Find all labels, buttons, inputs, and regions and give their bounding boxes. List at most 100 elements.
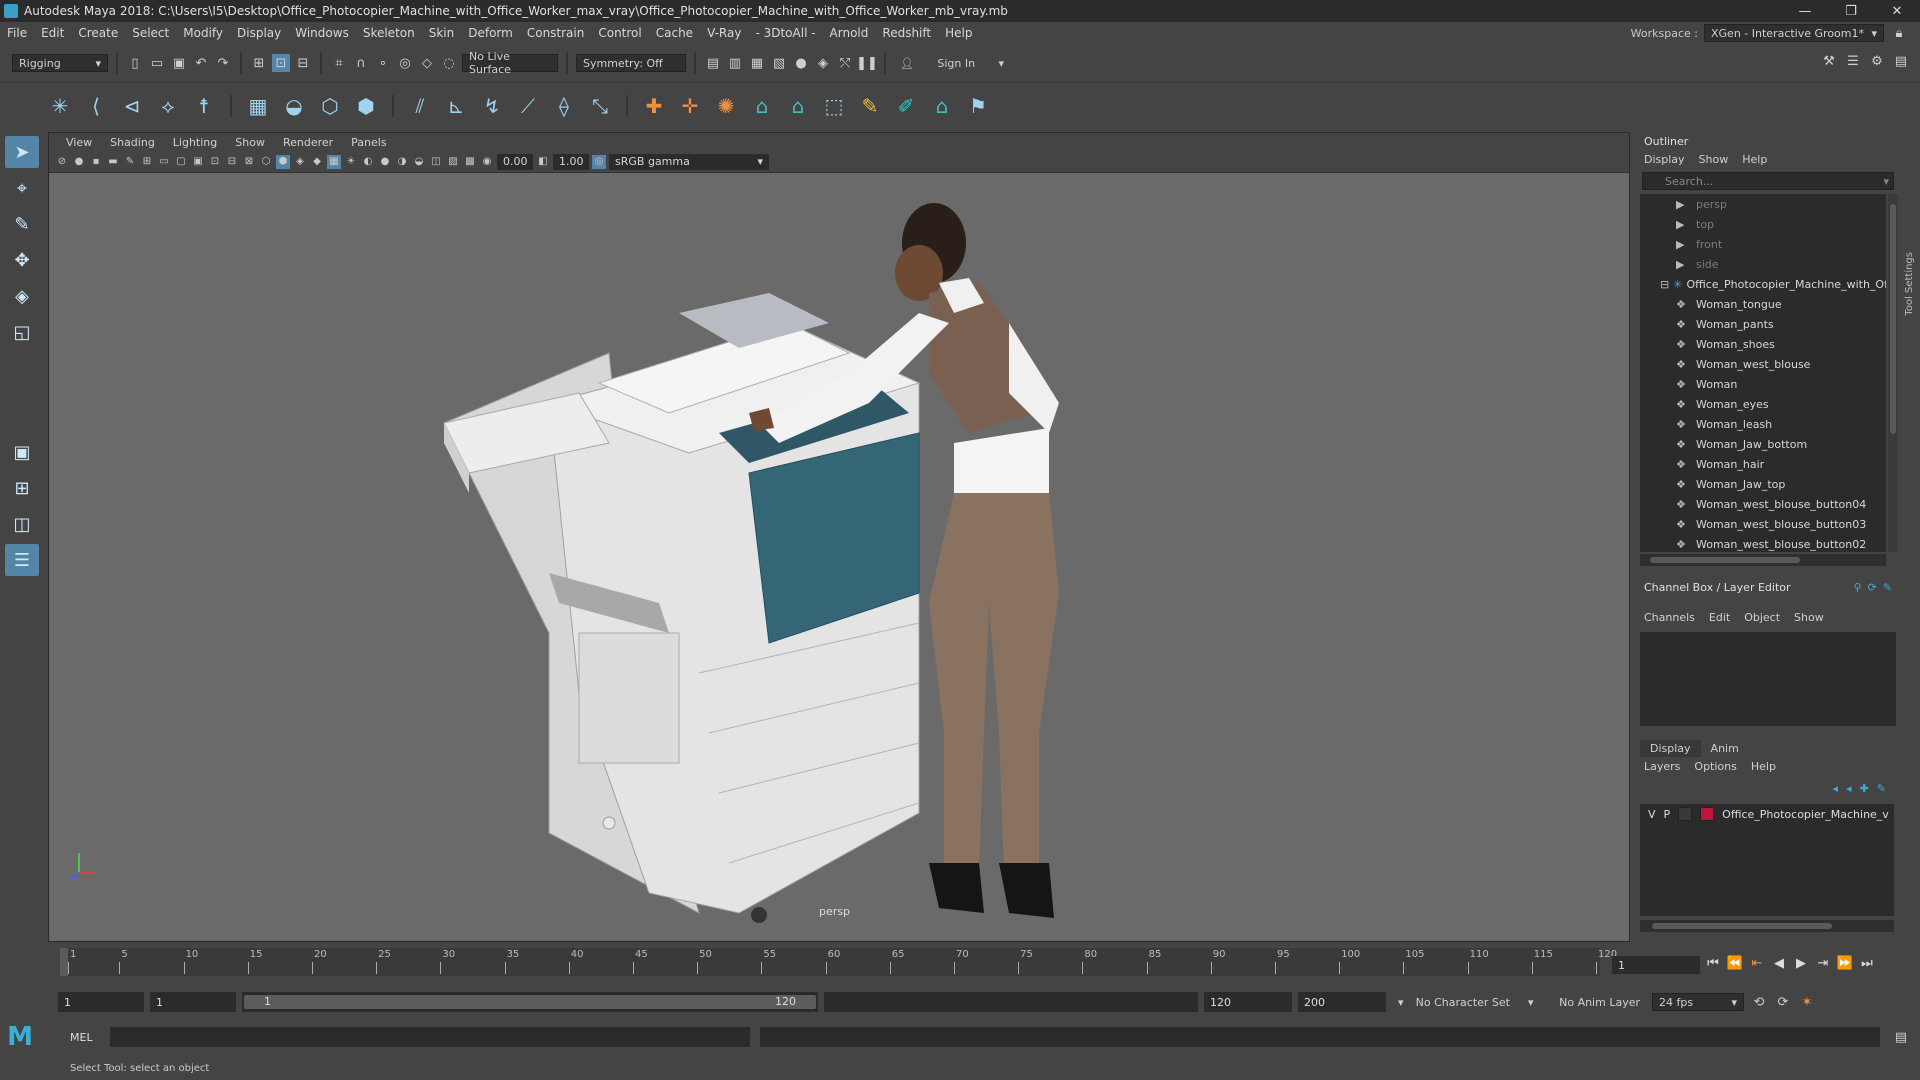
mel-command-input[interactable]: [110, 1027, 750, 1047]
layer-horizontal-scrollbar[interactable]: [1640, 920, 1894, 932]
lattice-icon[interactable]: ⬡: [316, 92, 344, 120]
use-all-lights-icon[interactable]: ▦: [327, 154, 341, 169]
scrollbar-thumb[interactable]: [1652, 923, 1832, 929]
character-set-dropdown[interactable]: ▾ No Character Set: [1392, 993, 1516, 1011]
play-forward-icon[interactable]: ▶: [1792, 954, 1810, 972]
grease-pencil-icon[interactable]: ✎: [123, 155, 137, 169]
menu-create[interactable]: Create: [71, 26, 125, 40]
cluster-icon[interactable]: ⫽: [406, 92, 434, 120]
menu-deform[interactable]: Deform: [461, 26, 520, 40]
menuset-dropdown[interactable]: Rigging ▾: [12, 54, 108, 72]
go-to-end-icon[interactable]: ⏭: [1858, 954, 1876, 972]
render-current-icon[interactable]: ▥: [726, 54, 744, 72]
paint-tool-icon[interactable]: ✎: [856, 92, 884, 120]
point-constraint-icon[interactable]: ⊾: [442, 92, 470, 120]
snap-point-icon[interactable]: ∘: [374, 54, 392, 72]
outliner-mesh-row[interactable]: ❖ Woman_west_blouse_button02: [1640, 534, 1886, 552]
cb-menu-edit[interactable]: Edit: [1709, 611, 1730, 624]
current-frame-field[interactable]: 1: [1612, 956, 1700, 974]
time-ruler[interactable]: 1 5 10 15 20 25 30 35 40 45 50 55 60 65 70 75 80 85 90 95 10…: [60, 948, 1617, 976]
sync-icon[interactable]: ⟳: [1868, 581, 1877, 594]
workspace-dropdown[interactable]: XGen - Interactive Groom1* ▾: [1704, 24, 1884, 42]
scale-tool-icon[interactable]: ◱: [5, 316, 39, 348]
snap-grid-icon[interactable]: ⌗: [330, 54, 348, 72]
layer-list[interactable]: V P Office_Photocopier_Machine_v: [1640, 804, 1894, 916]
menu-skeleton[interactable]: Skeleton: [356, 26, 422, 40]
playback-end-field[interactable]: 120: [1204, 992, 1292, 1012]
menu-control[interactable]: Control: [591, 26, 648, 40]
isolate-select-icon[interactable]: ◫: [429, 155, 443, 169]
wireframe-on-shaded-icon[interactable]: ◈: [293, 155, 307, 169]
outliner-menu-show[interactable]: Show: [1699, 153, 1729, 166]
motion-blur-icon[interactable]: ●: [378, 155, 392, 169]
move-layer-up-icon[interactable]: ◂: [1833, 782, 1839, 795]
range-slider[interactable]: 1 120: [242, 992, 818, 1012]
menu-select[interactable]: Select: [125, 26, 176, 40]
keyable-icon[interactable]: ⚲: [1854, 581, 1862, 594]
anim-layer-dropdown[interactable]: ▾ No Anim Layer: [1522, 993, 1646, 1011]
menu-help[interactable]: Help: [938, 26, 979, 40]
snap-pivot-icon[interactable]: ◌: [440, 54, 458, 72]
ik-handle-icon[interactable]: ⟨: [82, 92, 110, 120]
gamma-icon[interactable]: ◧: [536, 155, 550, 169]
xray-icon[interactable]: ▨: [446, 155, 460, 169]
live-surface-field[interactable]: No Live Surface: [462, 50, 558, 76]
parent-constraint-icon[interactable]: ⤡: [586, 92, 614, 120]
select-hierarchy-icon[interactable]: ⊞: [250, 54, 268, 72]
four-view-icon[interactable]: ⊞: [5, 472, 39, 504]
tab-display[interactable]: Display: [1640, 740, 1701, 757]
depth-of-field-icon[interactable]: ◒: [412, 155, 426, 169]
pin-tool-icon[interactable]: ⚑: [964, 92, 992, 120]
step-forward-key-icon[interactable]: ⇥: [1814, 954, 1832, 972]
safe-action-icon[interactable]: ⊟: [225, 155, 239, 169]
gate-mask-icon[interactable]: ▣: [191, 155, 205, 169]
render-view-icon[interactable]: ▤: [704, 54, 722, 72]
anim-prefs-icon[interactable]: ✶: [1798, 993, 1816, 1011]
tool-settings-side-tab[interactable]: Tool Settings: [1902, 132, 1920, 942]
step-forward-frame-icon[interactable]: ⏩: [1836, 954, 1854, 972]
outliner-mesh-row[interactable]: ❖ Woman_Jaw_top: [1640, 474, 1886, 494]
script-editor-icon[interactable]: ▤: [1892, 1028, 1910, 1046]
move-tool-icon[interactable]: ✥: [5, 244, 39, 276]
outliner-mesh-row[interactable]: ❖ Woman_hair: [1640, 454, 1886, 474]
outliner-horizontal-scrollbar[interactable]: [1640, 554, 1886, 566]
layer-menu-options[interactable]: Options: [1694, 760, 1736, 773]
scrollbar-thumb[interactable]: [1890, 204, 1896, 434]
fps-dropdown[interactable]: 24 fps ▾: [1652, 993, 1744, 1011]
color-space-dropdown[interactable]: sRGB gamma ▾: [609, 153, 769, 170]
rotate-tool-icon[interactable]: ◈: [5, 280, 39, 312]
exposure-field[interactable]: 0.00: [497, 153, 533, 170]
tab-anim[interactable]: Anim: [1701, 740, 1749, 757]
color-management-icon[interactable]: ◎: [592, 154, 606, 169]
outliner-camera-persp[interactable]: ▶ persp: [1640, 194, 1886, 214]
single-view-icon[interactable]: ▣: [5, 436, 39, 468]
outliner-group-row[interactable]: ⊟ ✳ Office_Photocopier_Machine_with_Of: [1640, 274, 1886, 294]
two-view-icon[interactable]: ◫: [5, 508, 39, 540]
brush-tool-icon[interactable]: ✐: [892, 92, 920, 120]
bookmark-icon[interactable]: ●: [72, 155, 86, 169]
viewport-menu-lighting[interactable]: Lighting: [164, 136, 226, 149]
new-scene-icon[interactable]: ▯: [126, 54, 144, 72]
menu-arnold[interactable]: Arnold: [823, 26, 876, 40]
snap-surface-icon[interactable]: ◇: [418, 54, 436, 72]
tool-settings-icon[interactable]: ⚙: [1868, 52, 1886, 70]
go-to-start-icon[interactable]: ⏮: [1704, 954, 1722, 972]
minimize-button[interactable]: —: [1782, 0, 1828, 22]
ik-fk-icon[interactable]: ✺: [712, 92, 740, 120]
edit-icon[interactable]: ✎: [1883, 581, 1892, 594]
safe-title-icon[interactable]: ⊠: [242, 155, 256, 169]
menu-windows[interactable]: Windows: [288, 26, 356, 40]
aim-constraint-icon[interactable]: ↯: [478, 92, 506, 120]
playback-start-field[interactable]: 1: [150, 992, 236, 1012]
bind-skin-icon[interactable]: ▦: [244, 92, 272, 120]
cb-menu-channels[interactable]: Channels: [1644, 611, 1695, 624]
scale-constraint-icon[interactable]: ⟠: [550, 92, 578, 120]
range-end-field[interactable]: 200: [1298, 992, 1386, 1012]
menu-3dtoall[interactable]: - 3DtoAll -: [748, 26, 822, 40]
pause-icon[interactable]: ❚❚: [856, 54, 878, 72]
undo-icon[interactable]: ↶: [192, 54, 210, 72]
layer-menu-help[interactable]: Help: [1751, 760, 1776, 773]
outliner-mesh-row[interactable]: ❖ Woman_Jaw_bottom: [1640, 434, 1886, 454]
menu-vray[interactable]: V-Ray: [700, 26, 748, 40]
save-scene-icon[interactable]: ▣: [170, 54, 188, 72]
